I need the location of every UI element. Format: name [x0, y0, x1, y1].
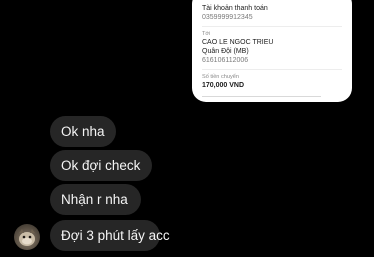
amount-value: 170,000 VND: [202, 82, 245, 89]
account-number: 0359999912345: [202, 14, 253, 21]
transfer-receipt-image[interactable]: Tài khoản thanh toán 0359999912345 Tới C…: [192, 0, 352, 102]
message-bubble[interactable]: Nhận r nha: [50, 184, 141, 215]
recipient-name: CAO LE NGOC TRIEU: [202, 39, 274, 46]
to-label: Tới: [202, 31, 211, 37]
cropped-line: [202, 96, 321, 97]
divider: [202, 26, 342, 27]
message-bubble[interactable]: Đợi 3 phút lấy acc: [50, 220, 170, 251]
account-label: Tài khoản thanh toán: [202, 5, 268, 12]
recipient-account: 616106112006: [202, 57, 249, 64]
message-bubble[interactable]: Ok đợi check: [50, 150, 152, 181]
divider: [202, 69, 342, 70]
avatar-icon: [19, 229, 35, 246]
message-bubble[interactable]: Ok nha: [50, 116, 116, 147]
amount-label: Số tiền chuyển: [202, 74, 240, 80]
recipient-bank: Quân Đội (MB): [202, 48, 249, 55]
sender-avatar[interactable]: [14, 224, 40, 250]
